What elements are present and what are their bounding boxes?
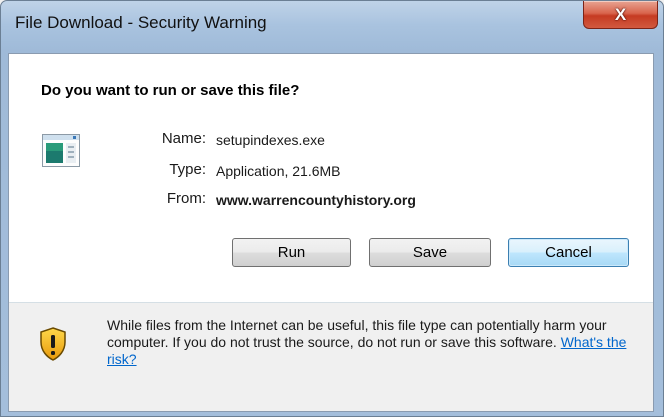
name-value: setupindexes.exe	[216, 132, 325, 148]
cancel-button[interactable]: Cancel	[508, 238, 629, 267]
warning-text: While files from the Internet can be use…	[107, 317, 607, 350]
window-title: File Download - Security Warning	[15, 13, 267, 32]
file-info-pane: Do you want to run or save this file? Na…	[9, 54, 653, 302]
application-icon	[42, 134, 80, 167]
name-label: Name:	[161, 130, 206, 147]
close-icon: X	[614, 5, 627, 24]
type-label: Type:	[169, 161, 206, 178]
run-button[interactable]: Run	[232, 238, 351, 267]
dialog-window: File Download - Security Warning X Do yo…	[0, 0, 664, 417]
type-value: Application, 21.6MB	[216, 163, 341, 179]
dialog-question: Do you want to run or save this file?	[41, 82, 300, 99]
from-label: From:	[166, 190, 206, 207]
warning-message: While files from the Internet can be use…	[107, 317, 627, 368]
shield-warning-icon	[40, 327, 66, 361]
from-value: www.warrencountyhistory.org	[216, 192, 416, 208]
save-button[interactable]: Save	[369, 238, 491, 267]
pane-divider	[9, 302, 653, 303]
close-button[interactable]: X	[583, 1, 658, 29]
dialog-content: Do you want to run or save this file? Na…	[8, 53, 654, 412]
